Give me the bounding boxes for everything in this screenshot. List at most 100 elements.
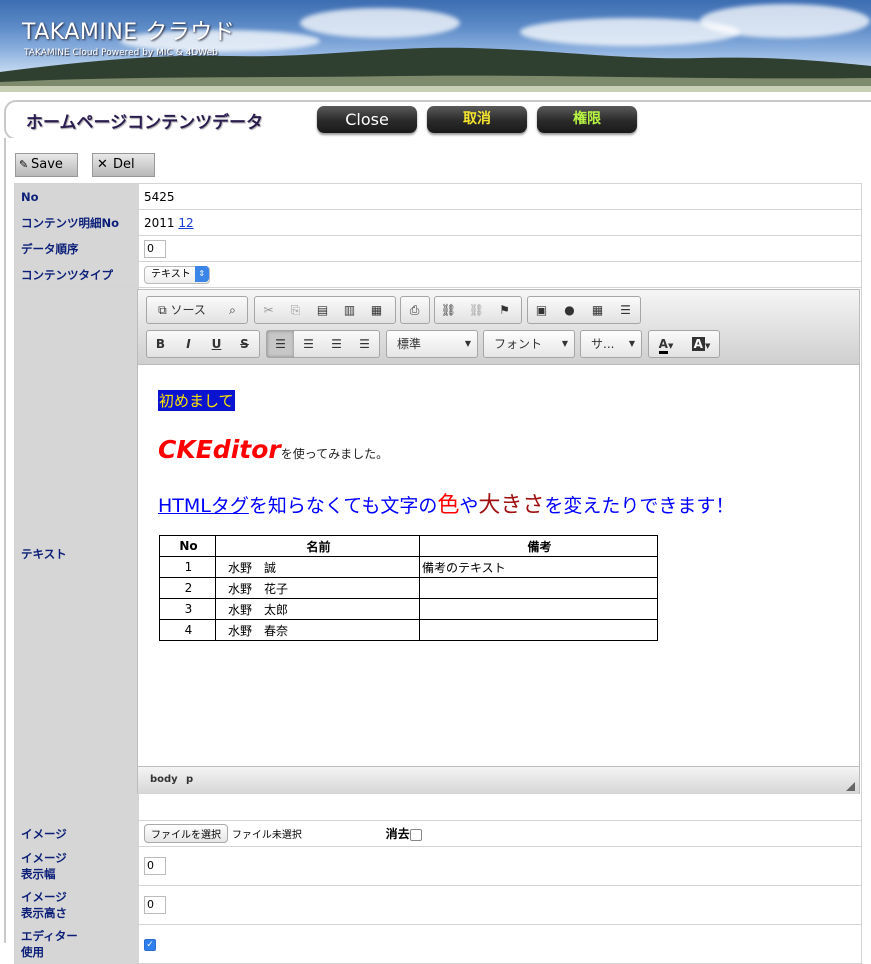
no-value: 5425 [138, 183, 862, 210]
image-height-label-line1: イメージ [21, 890, 67, 904]
background-color-icon[interactable]: A ▼ [684, 331, 718, 357]
toolbar-group-clipboard: ✂ ⎘ ▤ ▥ ▦ [254, 296, 396, 324]
delete-button[interactable]: ✕ Del [92, 153, 155, 177]
source-icon: ⧉ [158, 303, 167, 317]
paste-icon[interactable]: ▤ [309, 297, 336, 323]
line3-text-size: 大きさ [478, 493, 545, 518]
link-icon[interactable]: ⛓ [435, 297, 462, 323]
toolbar-group-basic-styles: B I U S [146, 330, 260, 358]
cancel-button[interactable]: 取消 [427, 106, 527, 133]
table-cell [419, 598, 658, 620]
toolbar-group-print: ⎙ [400, 296, 430, 324]
editor-use-label-line2: 使用 [21, 945, 44, 959]
size-combo-value: サ... [591, 337, 615, 351]
ckeditor-big-text: CKEditor [158, 435, 281, 464]
permission-button[interactable]: 権限 [537, 106, 637, 133]
rich-text-editor: ⧉ ソース ⌕ ✂ ⎘ ▤ ▥ ▦ ⎙ ⛓ ⛓ ⚑ ▣ ● ▦ ☰ B I U … [137, 289, 860, 794]
erase-checkbox[interactable] [409, 828, 422, 841]
toolbar-group-insert: ▣ ● ▦ ☰ [527, 296, 641, 324]
table-row: 1 水野 誠 備考のテキスト [159, 556, 658, 578]
table-cell: 水野 春奈 [215, 619, 420, 641]
table-row: 3 水野 太郎 [159, 598, 658, 620]
line3-text-b: を知らなくても文字の [248, 495, 438, 517]
toolbar-group-links: ⛓ ⛓ ⚑ [434, 296, 522, 324]
detail-no-label: コンテンツ明細No [14, 209, 139, 236]
type-select[interactable]: テキスト ⇕ [144, 265, 210, 284]
cut-icon[interactable]: ✂ [255, 297, 282, 323]
detail-no-link[interactable]: 12 [178, 216, 193, 230]
preview-icon[interactable]: ⌕ [219, 297, 246, 323]
save-label: Save [31, 157, 63, 172]
editor-use-label: エディター 使用 [14, 924, 139, 964]
toolbar-group-align: ☰ ☰ ☰ ☰ [266, 330, 380, 358]
unlink-icon[interactable]: ⛓ [463, 297, 490, 323]
detail-no-cell: 2011 12 [138, 209, 862, 236]
italic-icon[interactable]: I [175, 331, 202, 357]
line3-text-d: や [459, 495, 479, 517]
ckeditor-small-text: を使ってみました。 [280, 447, 389, 461]
table-header-no: No [159, 535, 216, 557]
text-label: テキスト [14, 287, 139, 821]
close-button[interactable]: Close [317, 106, 417, 133]
image-height-cell: 0 [138, 885, 862, 925]
format-combo[interactable]: 標準 ▼ [386, 330, 478, 358]
copy-icon[interactable]: ⎘ [282, 297, 309, 323]
content-table: No 名前 備考 1 水野 誠 備考のテキスト 2 水野 花子 3 水野 太郎 … [159, 535, 658, 641]
size-combo[interactable]: サ... ▼ [580, 330, 642, 358]
image-icon[interactable]: ▣ [528, 297, 555, 323]
image-label: イメージ [14, 820, 139, 847]
type-label: コンテンツタイプ [14, 261, 139, 288]
save-button[interactable]: ✎ Save [15, 153, 78, 177]
html-tag-link-text: HTMLタグ [158, 495, 249, 517]
order-label: データ順序 [14, 235, 139, 262]
table-cell [419, 619, 658, 641]
image-height-input[interactable]: 0 [144, 896, 166, 914]
type-cell: テキスト ⇕ [138, 261, 862, 288]
file-select-button[interactable]: ファイルを選択 [144, 824, 228, 843]
align-justify-icon[interactable]: ☰ [351, 331, 378, 357]
anchor-flag-icon[interactable]: ⚑ [491, 297, 518, 323]
image-width-input[interactable]: 0 [144, 857, 166, 875]
table-cell: 備考のテキスト [419, 556, 658, 578]
text-color-icon[interactable]: A▼ [649, 331, 683, 357]
image-cell: ファイルを選択 ファイル未選択 消去 [138, 820, 862, 847]
horizontal-rule-icon[interactable]: ☰ [612, 297, 639, 323]
image-height-label-line2: 表示高さ [21, 906, 67, 920]
table-cell: 4 [159, 619, 216, 641]
delete-label: Del [113, 157, 135, 172]
resize-handle-icon[interactable] [846, 782, 855, 791]
font-combo[interactable]: フォント ▼ [483, 330, 575, 358]
brand-subtitle: TAKAMINE Cloud Powered by MIC & 4DWeb [24, 48, 218, 58]
table-cell: 水野 花子 [215, 577, 420, 599]
paste-text-icon[interactable]: ▥ [336, 297, 363, 323]
file-status: ファイル未選択 [231, 830, 302, 841]
align-right-icon[interactable]: ☰ [323, 331, 350, 357]
content-line-html: HTMLタグを知らなくても文字の色や大きさを変えたりできます！ [158, 487, 734, 519]
content-line-greeting: 初めまして [158, 390, 235, 411]
chevron-down-icon: ▼ [628, 339, 635, 348]
editor-content-area[interactable]: 初めまして CKEditorを使ってみました。 HTMLタグを知らなくても文字の… [138, 365, 859, 765]
page-title: ホームページコンテンツデータ [26, 113, 264, 133]
print-icon[interactable]: ⎙ [401, 297, 428, 323]
bold-icon[interactable]: B [147, 331, 174, 357]
toolbar-group-colors: A▼ A ▼ [648, 330, 720, 358]
flash-icon[interactable]: ● [556, 297, 583, 323]
line3-text-color: 色 [437, 493, 460, 518]
detail-no-value: 2011 [144, 215, 175, 230]
chevron-down-icon: ▼ [464, 339, 471, 348]
table-row: 4 水野 春奈 [159, 619, 658, 641]
editor-use-checkbox[interactable]: ✓ [144, 938, 156, 951]
close-icon: ✕ [97, 157, 108, 172]
paste-word-icon[interactable]: ▦ [363, 297, 390, 323]
table-cell [419, 577, 658, 599]
element-path-body[interactable]: body [150, 774, 178, 785]
align-left-icon[interactable]: ☰ [267, 331, 294, 357]
underline-icon[interactable]: U [203, 331, 230, 357]
source-button[interactable]: ⧉ ソース [147, 297, 217, 323]
order-input[interactable]: 0 [144, 239, 166, 258]
order-cell: 0 [138, 235, 862, 262]
align-center-icon[interactable]: ☰ [295, 331, 322, 357]
element-path-p[interactable]: p [186, 774, 193, 785]
table-icon[interactable]: ▦ [584, 297, 611, 323]
strikethrough-icon[interactable]: S [231, 331, 258, 357]
